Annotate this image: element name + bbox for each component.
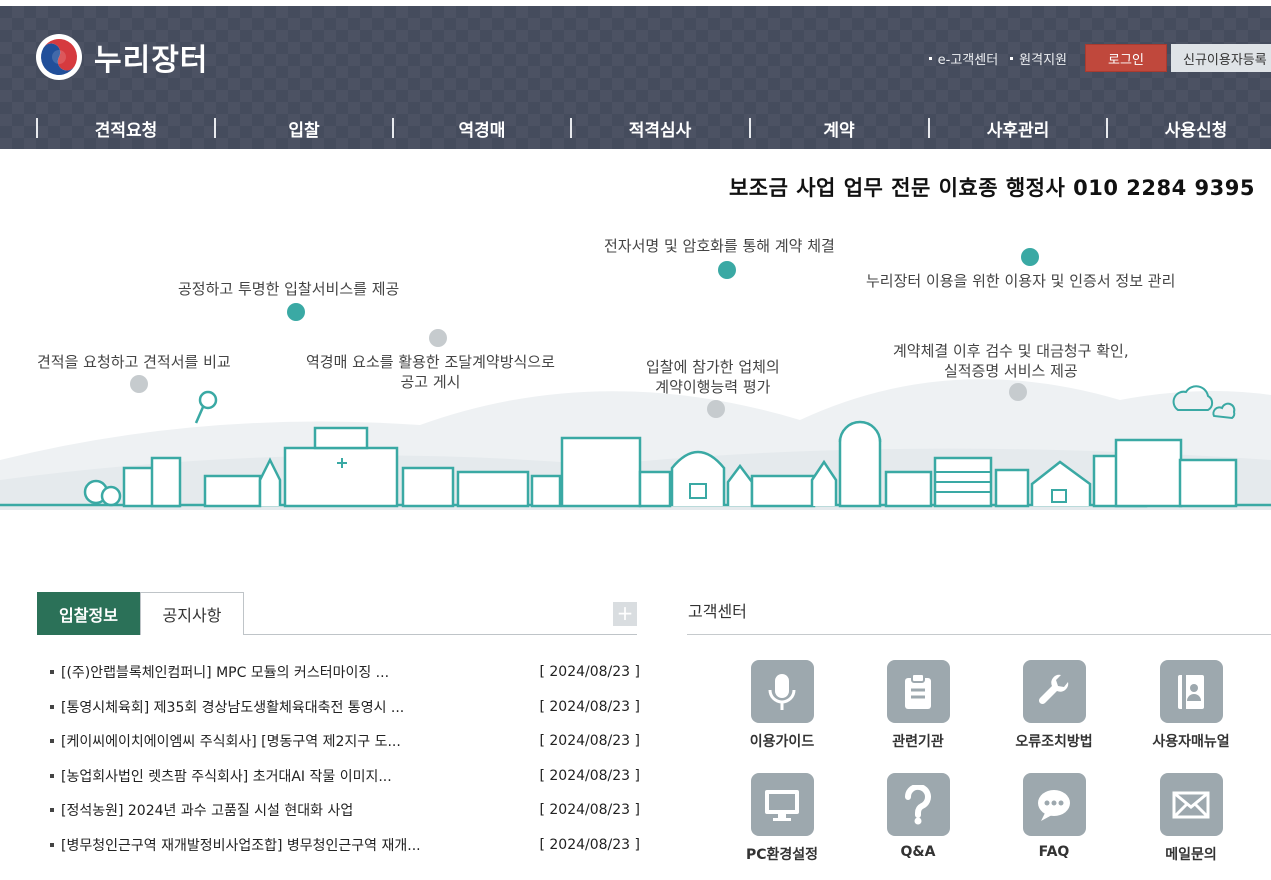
cc-item-pc-settings[interactable]: PC환경설정 [722, 773, 842, 864]
remote-support-link[interactable]: 원격지원 [1010, 49, 1067, 68]
cc-item-mail-inquiry[interactable]: 메일문의 [1131, 773, 1251, 864]
tab-bid-info[interactable]: 입찰정보 [37, 592, 140, 635]
hero-dot [718, 261, 736, 279]
hero-caption-reverse-auction: 역경매 요소를 활용한 조달계약방식으로 공고 게시 [306, 353, 555, 391]
cc-label: PC환경설정 [745, 847, 819, 863]
bid-list-item[interactable]: [병무청인근구역 재개발정비사업조합] 병무청인근구역 재개... [ 2024/… [50, 828, 640, 863]
login-button[interactable]: 로그인 [1085, 44, 1167, 72]
site-header: 누리장터 e-고객센터 원격지원 로그인 신규이용자등록 견적요청 입찰 역경매… [0, 6, 1271, 149]
nav-item-bid[interactable]: 입찰 [215, 108, 393, 148]
manual-book-icon [1159, 660, 1223, 723]
hero-dot [429, 329, 447, 347]
bid-list-item[interactable]: [정석농원] 2024년 과수 고품질 시설 현대화 사업 [ 2024/08/2… [50, 793, 640, 828]
util-link-label: 원격지원 [1019, 52, 1067, 68]
e-customer-center-link[interactable]: e-고객센터 [928, 49, 999, 68]
taegeuk-logo-icon [36, 34, 82, 80]
bid-list: [(주)안랩블록체인컴퍼니] MPC 모듈의 커스터마이징 ... [ 2024/… [50, 655, 640, 862]
bid-title[interactable]: [정석농원] 2024년 과수 고품질 시설 현대화 사업 [61, 800, 530, 820]
cc-label: Q&A [900, 844, 936, 860]
nav-item-contract[interactable]: 계약 [750, 108, 928, 148]
main-nav: 견적요청 입찰 역경매 적격심사 계약 사후관리 사용신청 [0, 108, 1271, 148]
mail-icon [1159, 773, 1223, 836]
bid-title[interactable]: [통영시체육회] 제35회 경상남도생활체육대축전 통영시 ... [61, 697, 530, 717]
bid-list-item[interactable]: [(주)안랩블록체인컴퍼니] MPC 모듈의 커스터마이징 ... [ 2024/… [50, 655, 640, 690]
hero-caption-fair-bidding: 공정하고 투명한 입찰서비스를 제공 [178, 280, 400, 298]
customer-center-title: 고객센터 [688, 602, 747, 621]
cc-item-qna[interactable]: Q&A [858, 773, 978, 860]
question-icon [886, 773, 950, 836]
bid-date: [ 2024/08/23 ] [539, 802, 640, 819]
cc-item-related-org[interactable]: 관련기관 [858, 660, 978, 751]
utility-nav: e-고객센터 원격지원 로그인 신규이용자등록 [928, 44, 1271, 72]
chat-bubble-icon [1022, 773, 1086, 836]
bid-title[interactable]: [병무청인근구역 재개발정비사업조합] 병무청인근구역 재개... [61, 835, 530, 855]
site-logo[interactable]: 누리장터 [34, 32, 208, 82]
bid-list-item[interactable]: [케이씨에이치에이엠씨 주식회사] [명동구역 제2지구 도... [ 2024/… [50, 724, 640, 759]
bid-title[interactable]: [케이씨에이치에이엠씨 주식회사] [명동구역 제2지구 도... [61, 731, 530, 751]
bullet-icon [50, 704, 54, 709]
hero-illustration: 전자서명 및 암호화를 통해 계약 체결 공정하고 투명한 입찰서비스를 제공 … [0, 210, 1271, 530]
cc-label: FAQ [1038, 844, 1070, 860]
hero-caption-post-contract: 계약체결 이후 검수 및 대금청구 확인, 실적증명 서비스 제공 [893, 342, 1129, 380]
hero-caption-signature: 전자서명 및 암호화를 통해 계약 체결 [604, 237, 835, 255]
nav-item-reverse-auction[interactable]: 역경매 [393, 108, 571, 148]
hero-caption-user-info: 누리장터 이용을 위한 이용자 및 인증서 정보 관리 [866, 272, 1176, 290]
bullet-icon [1010, 56, 1014, 60]
hero-dot [1021, 248, 1039, 266]
cc-label: 메일문의 [1165, 847, 1217, 863]
hero-caption-evaluation: 입찰에 참가한 업체의 계약이행능력 평가 [646, 358, 780, 396]
cc-item-user-manual[interactable]: 사용자매뉴얼 [1131, 660, 1251, 751]
bullet-icon [928, 56, 932, 60]
nav-item-qualification[interactable]: 적격심사 [571, 108, 749, 148]
bid-date: [ 2024/08/23 ] [539, 698, 640, 715]
bullet-icon [50, 739, 54, 744]
bid-date: [ 2024/08/23 ] [539, 836, 640, 853]
monitor-icon [750, 773, 814, 836]
hero-caption-quote: 견적을 요청하고 견적서를 비교 [37, 353, 231, 371]
hero-dot [1009, 383, 1027, 401]
cc-label: 오류조치방법 [1015, 734, 1093, 750]
microphone-icon [750, 660, 814, 723]
bid-title[interactable]: [농업회사법인 렛츠팜 주식회사] 초거대AI 작물 이미지... [61, 766, 530, 786]
nav-item-after-management[interactable]: 사후관리 [929, 108, 1107, 148]
wrench-icon [1022, 660, 1086, 723]
cc-label: 이용가이드 [749, 734, 815, 750]
cc-item-usage-guide[interactable]: 이용가이드 [722, 660, 842, 751]
hero-dot [130, 375, 148, 393]
bid-list-item[interactable]: [농업회사법인 렛츠팜 주식회사] 초거대AI 작물 이미지... [ 2024/… [50, 759, 640, 794]
nav-item-quote-request[interactable]: 견적요청 [37, 108, 215, 148]
nav-item-usage-application[interactable]: 사용신청 [1107, 108, 1271, 148]
bullet-icon [50, 773, 54, 778]
bid-date: [ 2024/08/23 ] [539, 733, 640, 750]
hero-dot [287, 303, 305, 321]
logo-text: 누리장터 [94, 43, 209, 78]
cc-item-error-fix[interactable]: 오류조치방법 [994, 660, 1114, 751]
hero-dot [707, 400, 725, 418]
bid-list-item[interactable]: [통영시체육회] 제35회 경상남도생활체육대축전 통영시 ... [ 2024/… [50, 690, 640, 725]
bid-date: [ 2024/08/23 ] [539, 767, 640, 784]
cc-label: 관련기관 [892, 734, 944, 750]
clipboard-icon [886, 660, 950, 723]
cc-item-faq[interactable]: FAQ [994, 773, 1114, 860]
bid-date: [ 2024/08/23 ] [539, 664, 640, 681]
more-plus-button[interactable]: + [613, 602, 637, 626]
bullet-icon [50, 842, 54, 847]
ad-banner-text: 보조금 사업 업무 전문 이효종 행정사 010 2284 9395 [728, 176, 1255, 200]
customer-center-divider [687, 634, 1271, 635]
bid-tabs: 입찰정보 공지사항 [37, 592, 637, 635]
cc-label: 사용자매뉴얼 [1152, 734, 1230, 750]
tab-notices[interactable]: 공지사항 [140, 592, 244, 635]
util-link-label: e-고객센터 [937, 52, 999, 68]
bullet-icon [50, 808, 54, 813]
bid-title[interactable]: [(주)안랩블록체인컴퍼니] MPC 모듈의 커스터마이징 ... [61, 662, 530, 682]
bullet-icon [50, 670, 54, 675]
register-button[interactable]: 신규이용자등록 [1171, 44, 1271, 72]
